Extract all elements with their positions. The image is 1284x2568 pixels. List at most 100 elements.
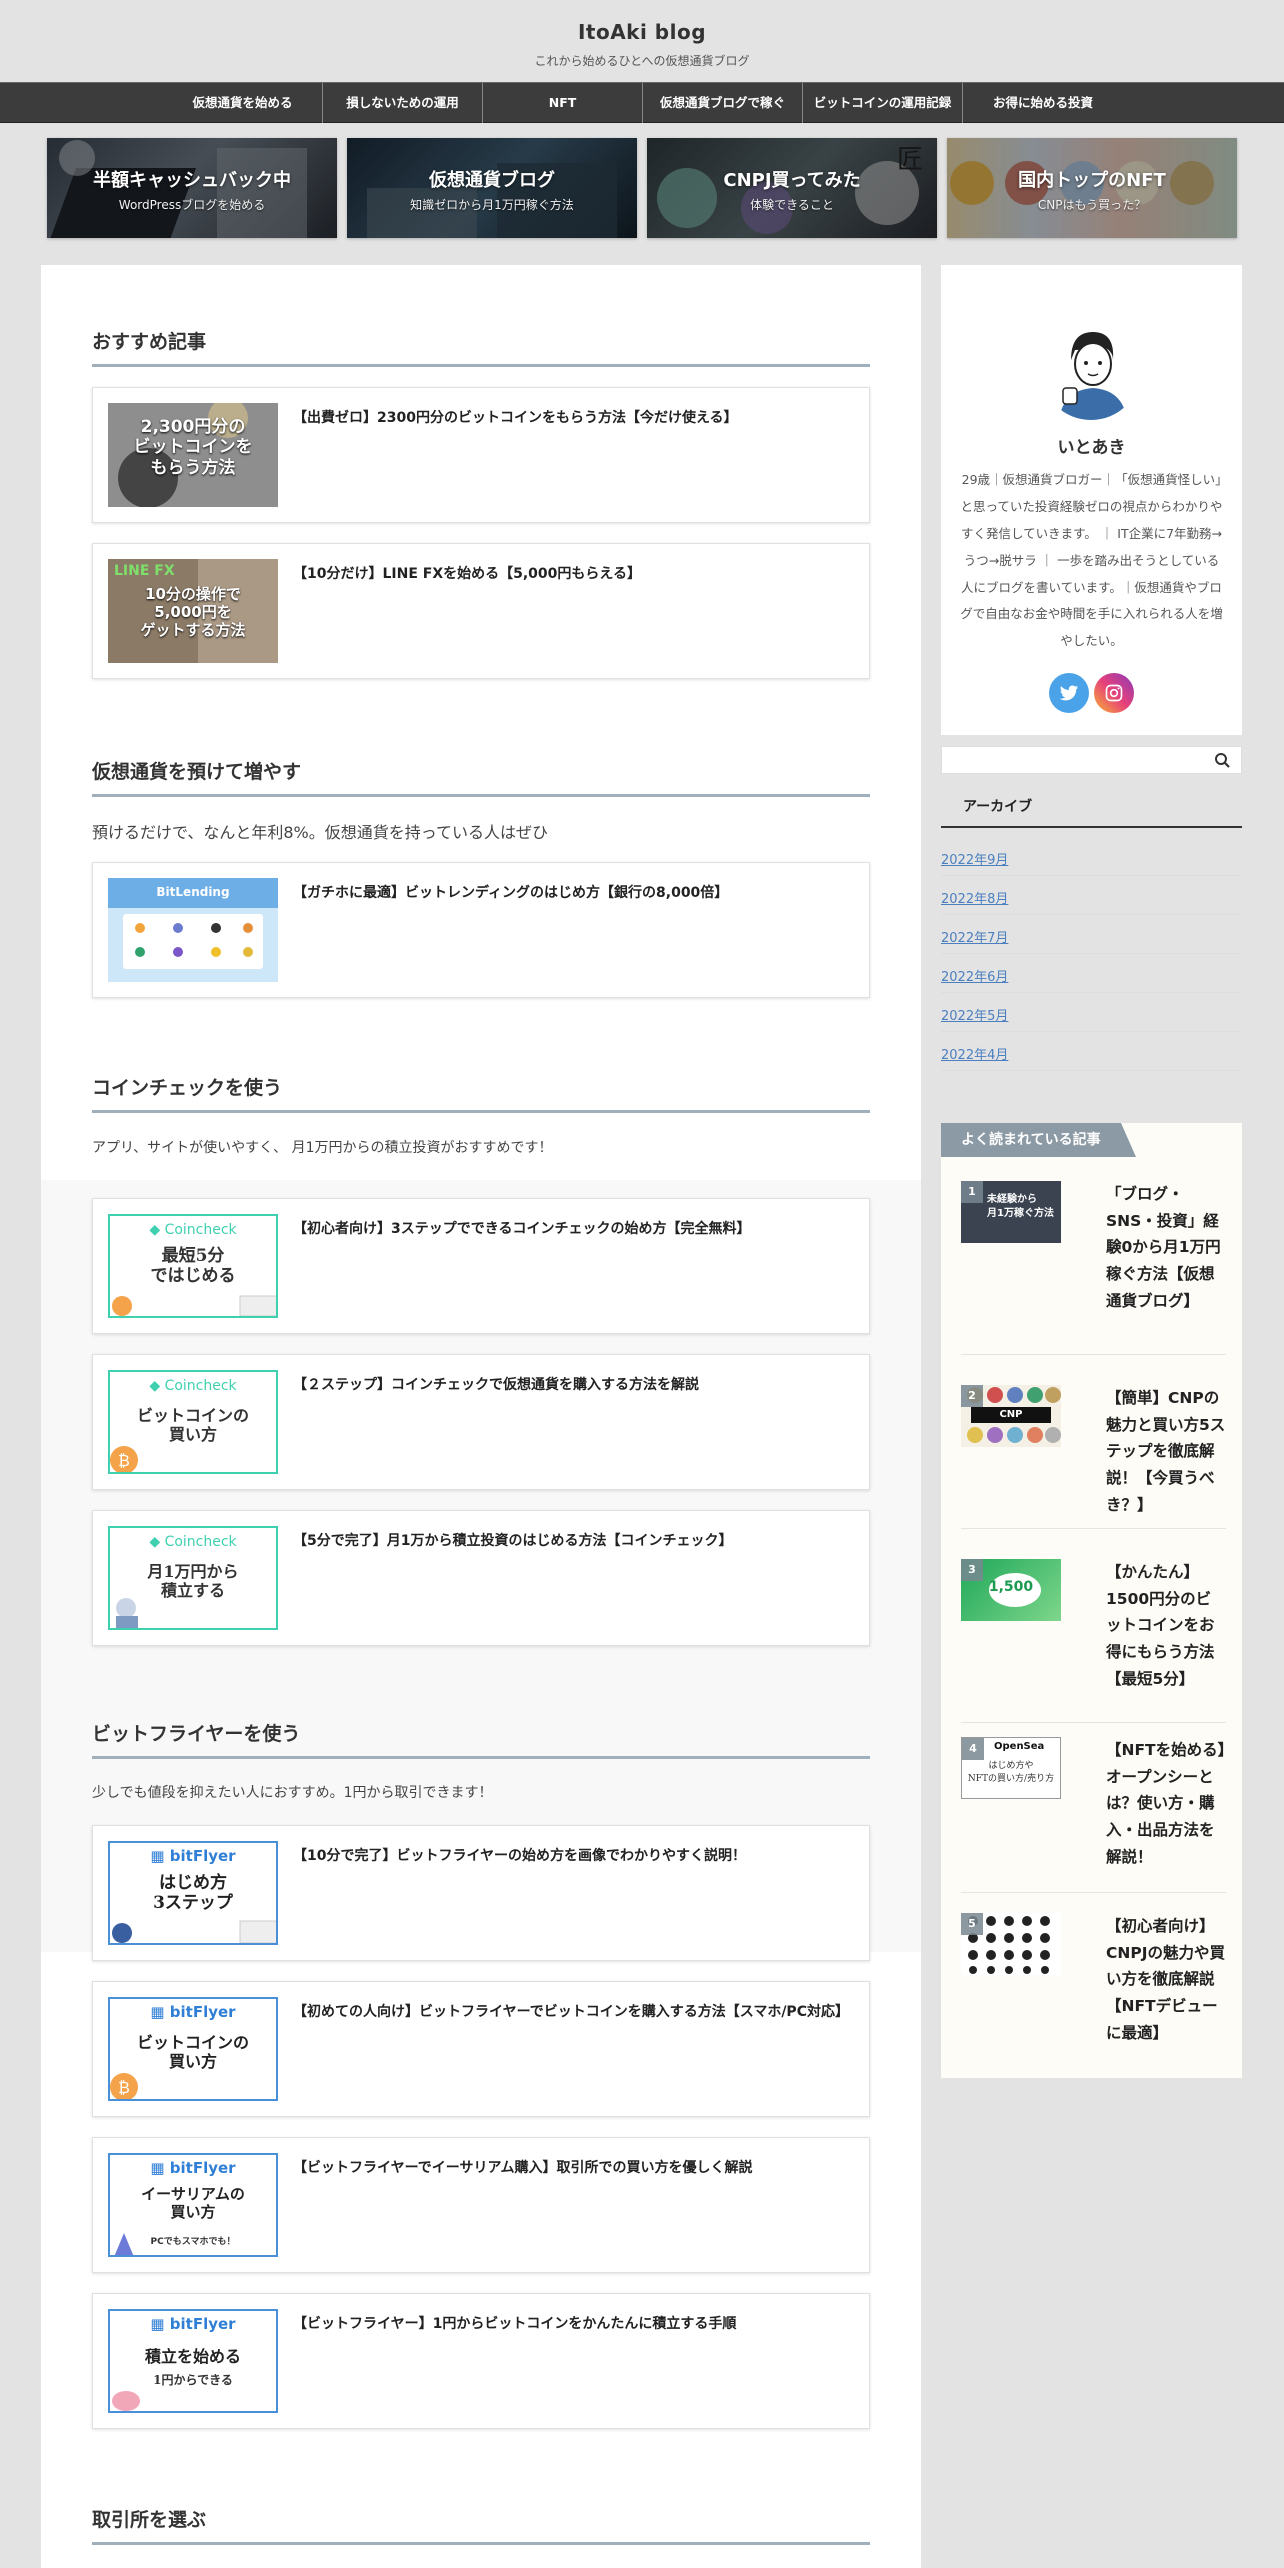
blog-card-title: 【ビットフライヤー】1円からビットコインをかんたんに積立する手順 [293, 2316, 737, 2332]
nav-item-safe-investing[interactable]: 損しないための運用 [323, 83, 483, 123]
featured-carousel: 半額キャッシュバック中 WordPressブログを始める 仮想通貨ブログ 知識ゼ… [47, 138, 1237, 238]
section-heading-lending: 仮想通貨を預けて増やす [92, 757, 870, 797]
opensea-guide-text: はじめ方や NFTの買い方/売り方 [967, 1761, 1055, 1784]
blog-card[interactable]: ◆ Coincheck 最短5分 ではじめる 【初心者向け】3ステップでできるコ… [92, 1198, 870, 1334]
svg-text:₿: ₿ [118, 2078, 130, 2097]
archive-link[interactable]: 2022年8月 [941, 876, 1242, 915]
nav-item-start-crypto[interactable]: 仮想通貨を始める [163, 83, 323, 123]
ethereum-icon [114, 2233, 134, 2255]
thumbnail-text: OpenSea [994, 1741, 1045, 1752]
thumbnail-text: CNP [999, 1409, 1023, 1420]
section-heading-coincheck: コインチェックを使う [92, 1073, 870, 1113]
popular-post-thumbnail: 5 [961, 1913, 1061, 1975]
nav-item-deal-investing[interactable]: お得に始める投資 [963, 83, 1123, 123]
search-form [941, 746, 1242, 774]
article-thumbnail: 2,300円分の ビットコインを もらう方法 [108, 403, 278, 507]
blog-card-title: 【出費ゼロ】2300円分のビットコインをもらう方法【今だけ使える】 [293, 410, 738, 426]
blog-card[interactable]: ▦ bitFlyer ビットコインの 買い方 ₿ 【初めての人向け】ビットフライ… [92, 1981, 870, 2117]
archive-link[interactable]: 2022年7月 [941, 915, 1242, 954]
blog-card[interactable]: ▦ bitFlyer 積立を始める 1円からできる 【ビットフライヤー】1円から… [92, 2293, 870, 2429]
instagram-button[interactable] [1094, 673, 1134, 713]
blog-card[interactable]: ▦ bitFlyer はじめ方 3ステップ 【10分で完了】ビットフライヤーの始… [92, 1825, 870, 1961]
blog-card[interactable]: ▦ bitFlyer イーサリアムの 買い方 PCでもスマホでも！ 【ビットフラ… [92, 2137, 870, 2273]
popular-post-thumbnail: CNP 2 [961, 1385, 1061, 1447]
search-button[interactable] [1213, 751, 1233, 771]
blog-card-title: 【初心者向け】3ステップでできるコインチェックの始め方【完全無料】 [293, 1221, 751, 1237]
article-thumbnail: ▦ bitFlyer イーサリアムの 買い方 PCでもスマホでも！ [108, 2153, 278, 2257]
featured-card-subtitle: WordPressブログを始める [118, 198, 266, 212]
popular-post-thumbnail: OpenSea はじめ方や NFTの買い方/売り方 4 [961, 1737, 1061, 1799]
article-thumbnail: ◆ Coincheck 月1万円から 積立する [108, 1526, 278, 1630]
popular-post-item[interactable]: 1,500 3 【かんたん】1500円分のビットコインをお得にもらう方法【最短5… [961, 1559, 1226, 1699]
featured-card-cnpj[interactable]: 匠 CNPJ買ってみた 体験できること [647, 138, 937, 238]
blog-card[interactable]: ◆ Coincheck ビットコインの 買い方 ₿ 【２ステップ】コインチェック… [92, 1354, 870, 1490]
blog-card-title: 【初めての人向け】ビットフライヤーでビットコインを購入する方法【スマホ/PC対応… [293, 2004, 849, 2020]
bitcoin-icon: ₿ [110, 1446, 138, 1472]
site-title[interactable]: ItoAki blog [0, 20, 1284, 44]
rank-badge: 1 [961, 1181, 983, 1203]
popular-post-title: 「ブログ・SNS・投資」経験0から月1万円稼ぐ方法【仮想通貨ブログ】 [1106, 1185, 1221, 1310]
blog-card-title: 【5分で完了】月1万から積立投資のはじめる方法【コインチェック】 [293, 1533, 733, 1549]
article-thumbnail: ▦ bitFlyer はじめ方 3ステップ [108, 1841, 278, 1945]
blog-card[interactable]: BitLending 【ガチホに最適】ビットレンディングのはじめ方【銀行の8,0… [92, 862, 870, 998]
section-heading-bitflyer: ビットフライヤーを使う [92, 1719, 870, 1759]
featured-card-crypto-blog[interactable]: 仮想通貨ブログ 知識ゼロから月1万円稼ぐ方法 [347, 138, 637, 238]
blog-card-title: 【２ステップ】コインチェックで仮想通貨を購入する方法を解説 [293, 1377, 699, 1393]
rank-badge: 2 [961, 1385, 983, 1407]
popular-posts-widget: よく読まれている記事 未経験から 月1万稼ぐ方法 1 「ブログ・SNS・投資」経… [941, 1123, 1242, 2078]
blog-card-title: 【10分で完了】ビットフライヤーの始め方を画像でわかりやすく説明！ [293, 1848, 747, 1864]
line-fx-badge: LINE FX [114, 563, 175, 579]
illustration-icon [112, 1920, 276, 1943]
piggy-bank-icon [112, 2391, 140, 2411]
featured-card-cashback[interactable]: 半額キャッシュバック中 WordPressブログを始める [47, 138, 337, 238]
section-text-lending: 預けるだけで、なんと年利8%。仮想通貨を持っている人はぜひ [92, 823, 548, 842]
archive-link[interactable]: 2022年4月 [941, 1032, 1242, 1071]
article-thumbnail: ▦ bitFlyer ビットコインの 買い方 ₿ [108, 1997, 278, 2101]
section-text-bitflyer: 少しでも値段を抑えたい人におすすめ。1円から取引できます！ [92, 1785, 493, 1801]
featured-card-subtitle: 体験できること [750, 198, 834, 212]
popular-post-item[interactable]: OpenSea はじめ方や NFTの買い方/売り方 4 【NFTを始める】オープン… [961, 1737, 1226, 1877]
featured-card-subtitle: CNPはもう買った？ [1037, 198, 1147, 212]
search-icon [1215, 753, 1230, 768]
nav-item-nft[interactable]: NFT [483, 83, 643, 123]
blog-card-title: 【ビットフライヤーでイーサリアム購入】取引所での買い方を優しく解説 [293, 2160, 753, 2176]
article-thumbnail: BitLending [108, 878, 278, 982]
section-heading-exchange: 取引所を選ぶ [92, 2505, 870, 2545]
thumbnail-text: 1,500 [988, 1579, 1034, 1595]
section-heading-recommended: おすすめ記事 [92, 327, 870, 367]
main-content: おすすめ記事 2,300円分の ビットコインを もらう方法 【出費ゼロ】2300… [41, 265, 921, 2568]
section-text-coincheck: アプリ、サイトが使いやすく、 月1万円からの積立投資がおすすめです！ [92, 1140, 553, 1156]
profile-bio: 29歳｜仮想通貨ブロガー｜「仮想通貨怪しい」と思っていた投資経験ゼロの視点からわ… [960, 472, 1223, 649]
twitter-icon [1059, 685, 1079, 701]
popular-post-item[interactable]: CNP 2 【簡単】CNPの魅力と買い方5ステップを徹底解説！【今買うべき？】 [961, 1385, 1226, 1525]
archive-link[interactable]: 2022年6月 [941, 954, 1242, 993]
thumbnail-text: 2,300円分の ビットコインを もらう方法 [133, 417, 253, 478]
popular-post-item[interactable]: 5 【初心者向け】CNPJの魅力や買い方を徹底解説【NFTデビューに最適】 [961, 1913, 1226, 2053]
profile-name: いとあき [1057, 438, 1126, 458]
article-thumbnail: ◆ Coincheck ビットコインの 買い方 ₿ [108, 1370, 278, 1474]
search-input[interactable] [942, 747, 1202, 773]
blog-card[interactable]: LINE FX 10分の操作で 5,000円を ゲットする方法 【10分だけ】L… [92, 543, 870, 679]
nav-item-bitcoin-record[interactable]: ビットコインの運用記録 [803, 83, 963, 123]
thumbnail-text: 10分の操作で 5,000円を ゲットする方法 [140, 585, 246, 639]
blog-card[interactable]: 2,300円分の ビットコインを もらう方法 【出費ゼロ】2300円分のビットコ… [92, 387, 870, 523]
twitter-button[interactable] [1049, 673, 1089, 713]
blog-card[interactable]: ◆ Coincheck 月1万円から 積立する 【5分で完了】月1万から積立投資… [92, 1510, 870, 1646]
person-icon [116, 1598, 138, 1628]
rank-badge: 4 [962, 1738, 984, 1760]
site-description: これから始めるひとへの仮想通貨ブログ [534, 54, 750, 68]
popular-post-item[interactable]: 未経験から 月1万稼ぐ方法 1 「ブログ・SNS・投資」経験0から月1万円稼ぐ方… [961, 1181, 1226, 1341]
featured-card-top-nft[interactable]: 国内トップのNFT CNPはもう買った？ [947, 138, 1237, 238]
global-nav: 仮想通貨を始める 損しないための運用 NFT 仮想通貨ブログで稼ぐ ビットコイン… [0, 82, 1284, 123]
archive-link[interactable]: 2022年9月 [941, 837, 1242, 876]
archive-link[interactable]: 2022年5月 [941, 993, 1242, 1032]
popular-post-thumbnail: 1,500 3 [961, 1559, 1061, 1621]
popular-post-thumbnail: 未経験から 月1万稼ぐ方法 1 [961, 1181, 1061, 1243]
popular-post-title: 【初心者向け】CNPJの魅力や買い方を徹底解説【NFTデビューに最適】 [1106, 1917, 1225, 2042]
article-thumbnail: ◆ Coincheck 最短5分 ではじめる [108, 1214, 278, 1318]
popular-posts-heading: よく読まれている記事 [941, 1123, 1136, 1157]
profile-widget: いとあき 29歳｜仮想通貨ブロガー｜「仮想通貨怪しい」と思っていた投資経験ゼロの… [941, 265, 1242, 735]
blog-card-title: 【ガチホに最適】ビットレンディングのはじめ方【銀行の8,000倍】 [293, 885, 729, 901]
nav-item-crypto-blog[interactable]: 仮想通貨ブログで稼ぐ [643, 83, 803, 123]
featured-card-subtitle: 知識ゼロから月1万円稼ぐ方法 [410, 198, 574, 212]
